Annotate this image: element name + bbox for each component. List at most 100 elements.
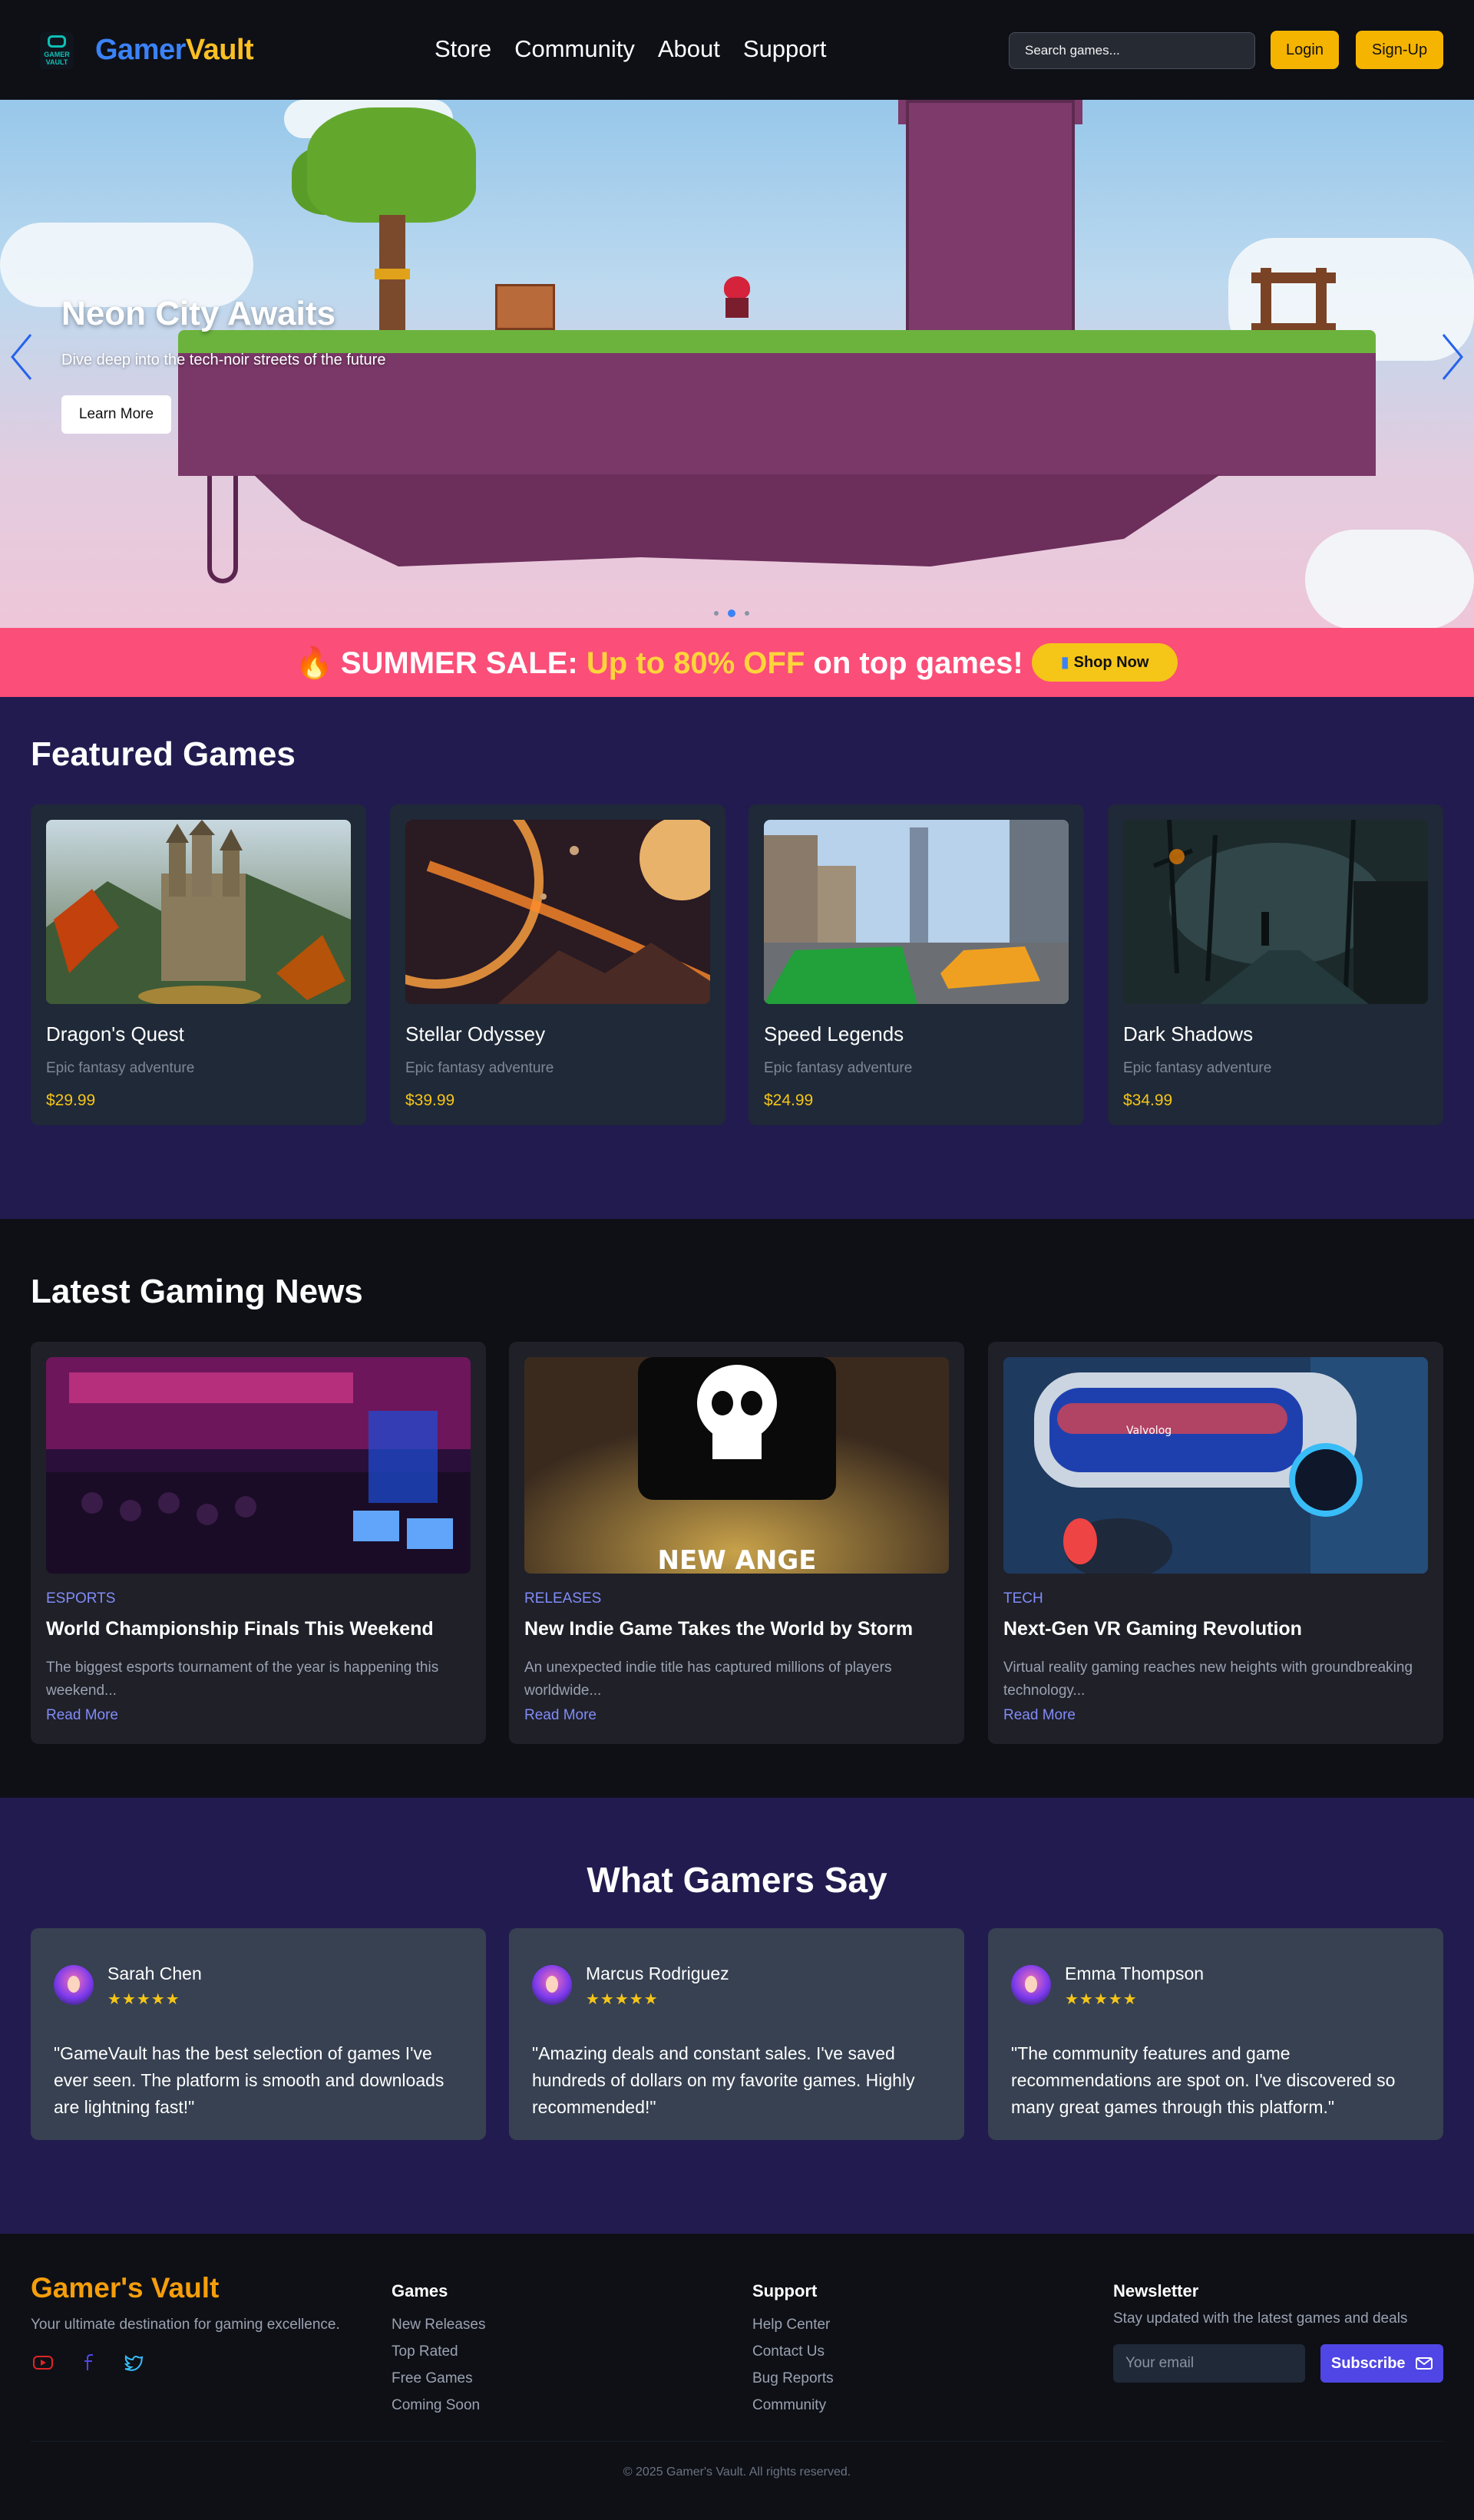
top-navbar: GAMER VAULT GamerVault Store Community A… <box>0 0 1474 100</box>
footer-link-contact-us[interactable]: Contact Us <box>752 2343 825 2360</box>
footer-link-community[interactable]: Community <box>752 2397 826 2414</box>
game-cover-image <box>46 820 351 1004</box>
footer-link-new-releases[interactable]: New Releases <box>392 2317 486 2333</box>
news-category: RELEASES <box>524 1590 602 1607</box>
game-cover-image <box>405 820 710 1004</box>
sale-rest: on top games! <box>813 646 1023 680</box>
chevron-right-icon[interactable] <box>1437 330 1468 384</box>
avatar <box>54 1965 94 2005</box>
shop-now-label: Shop Now <box>1073 654 1149 671</box>
main-nav: Store Community About Support <box>435 35 826 63</box>
news-image-text: NEW ANGE <box>658 1545 817 1574</box>
news-excerpt: An unexpected indie title has captured m… <box>524 1660 892 1699</box>
hero-character-head <box>724 276 750 299</box>
login-button[interactable]: Login <box>1271 31 1339 69</box>
news-image: Valvolog <box>1003 1357 1428 1574</box>
copyright-text: © 2025 Gamer's Vault. All rights reserve… <box>623 2466 851 2479</box>
hero-character-body <box>725 298 749 318</box>
game-price: $24.99 <box>764 1092 814 1109</box>
news-image: NEW ANGE <box>524 1357 949 1574</box>
footer-brand: Gamer's Vault <box>31 2272 220 2304</box>
hero-carousel: Neon City Awaits Dive deep into the tech… <box>0 100 1474 628</box>
star-rating: ★★★★★ <box>586 1991 659 2008</box>
footer-link-help-center[interactable]: Help Center <box>752 2317 830 2333</box>
game-card[interactable]: Speed Legends Epic fantasy adventure $24… <box>749 804 1084 1125</box>
hero-tower <box>906 100 1075 353</box>
read-more-link[interactable]: Read More <box>1003 1707 1076 1724</box>
testimonial-quote: "The community features and game recomme… <box>1011 2043 1396 2117</box>
news-title: World Championship Finals This Weekend <box>46 1618 434 1640</box>
footer-support-title: Support <box>752 2281 818 2300</box>
carousel-dot-active[interactable] <box>728 609 735 617</box>
footer-link-bug-reports[interactable]: Bug Reports <box>752 2370 834 2387</box>
testimonial-card: Emma Thompson ★★★★★ "The community featu… <box>988 1928 1443 2140</box>
youtube-icon[interactable] <box>31 2350 55 2375</box>
latest-news-title: Latest Gaming News <box>31 1273 363 1310</box>
news-title: New Indie Game Takes the World by Storm <box>524 1618 914 1640</box>
newsletter-email-input[interactable] <box>1113 2344 1305 2383</box>
shop-now-button[interactable]: ▮ Shop Now <box>1032 643 1178 682</box>
carousel-indicators <box>714 609 749 617</box>
footer-link-coming-soon[interactable]: Coming Soon <box>392 2397 480 2414</box>
game-description: Epic fantasy adventure <box>764 1060 913 1076</box>
news-excerpt: The biggest esports tournament of the ye… <box>46 1660 439 1699</box>
avatar <box>1011 1965 1051 2005</box>
game-name: Stellar Odyssey <box>405 1022 546 1045</box>
carousel-dot[interactable] <box>745 611 749 616</box>
news-title: Next-Gen VR Gaming Revolution <box>1003 1618 1302 1640</box>
envelope-icon <box>1416 2357 1433 2370</box>
game-cover-image <box>1123 820 1428 1004</box>
testimonial-card: Marcus Rodriguez ★★★★★ "Amazing deals an… <box>509 1928 964 2140</box>
flame-icon: 🔥 <box>295 646 333 680</box>
news-category: TECH <box>1003 1590 1043 1607</box>
signup-button[interactable]: Sign-Up <box>1356 31 1443 69</box>
chevron-left-icon[interactable] <box>6 330 37 384</box>
news-image-text: Valvolog <box>1126 1425 1172 1437</box>
nav-link-support[interactable]: Support <box>743 35 827 63</box>
game-name: Dark Shadows <box>1123 1022 1254 1045</box>
read-more-link[interactable]: Read More <box>524 1707 597 1724</box>
hero-cloud <box>1305 530 1474 628</box>
footer-games-title: Games <box>392 2281 448 2300</box>
footer-link-free-games[interactable]: Free Games <box>392 2370 473 2387</box>
footer-link-top-rated[interactable]: Top Rated <box>392 2343 458 2360</box>
nav-link-community[interactable]: Community <box>514 35 635 63</box>
game-card[interactable]: Stellar Odyssey Epic fantasy adventure $… <box>390 804 725 1125</box>
newsletter-description: Stay updated with the latest games and d… <box>1113 2310 1408 2327</box>
learn-more-button[interactable]: Learn More <box>61 395 171 434</box>
nav-link-about[interactable]: About <box>658 35 720 63</box>
game-cover-image <box>764 820 1069 1004</box>
game-name: Dragon's Quest <box>46 1022 184 1045</box>
star-rating: ★★★★★ <box>1065 1991 1138 2008</box>
sale-text: 🔥 SUMMER SALE: Up to 80% OFF on top games… <box>295 645 1023 681</box>
carousel-dot[interactable] <box>714 611 719 616</box>
game-card[interactable]: Dragon's Quest Epic fantasy adventure $2… <box>31 804 366 1125</box>
twitter-icon[interactable] <box>121 2350 146 2375</box>
read-more-link[interactable]: Read More <box>46 1707 118 1724</box>
gamer-vault-logo[interactable]: GAMER VAULT <box>40 32 74 69</box>
shopping-bag-icon: ▮ <box>1060 654 1069 671</box>
testimonials-section: What Gamers Say Sarah Chen ★★★★★ "GameVa… <box>0 1798 1474 2234</box>
nav-link-store[interactable]: Store <box>435 35 491 63</box>
hero-tree-band <box>375 269 410 279</box>
hero-crate <box>495 284 555 330</box>
news-image <box>46 1357 471 1574</box>
brand-name[interactable]: GamerVault <box>95 34 254 67</box>
latest-news-section: Latest Gaming News ESPORTS World Champio… <box>0 1219 1474 1798</box>
news-card[interactable]: ESPORTS World Championship Finals This W… <box>31 1342 486 1744</box>
hero-island-underside <box>253 474 1221 566</box>
search-input[interactable] <box>1009 32 1255 69</box>
news-card[interactable]: NEW ANGE RELEASES New Indie Game Takes t… <box>509 1342 964 1744</box>
hero-island <box>178 353 1376 476</box>
hero-chain <box>207 476 238 583</box>
gamepad-icon <box>48 35 66 48</box>
footer-tagline: Your ultimate destination for gaming exc… <box>31 2317 340 2333</box>
testimonial-quote: "GameVault has the best selection of gam… <box>54 2043 445 2117</box>
facebook-icon[interactable] <box>77 2350 101 2375</box>
news-card[interactable]: Valvolog TECH Next-Gen VR Gaming Revolut… <box>988 1342 1443 1744</box>
logo-text-line1: GAMER <box>44 51 70 58</box>
game-card[interactable]: Dark Shadows Epic fantasy adventure $34.… <box>1108 804 1443 1125</box>
subscribe-button[interactable]: Subscribe <box>1320 2344 1443 2383</box>
hero-title: Neon City Awaits <box>61 295 335 332</box>
reviewer-name: Marcus Rodriguez <box>586 1963 729 1983</box>
